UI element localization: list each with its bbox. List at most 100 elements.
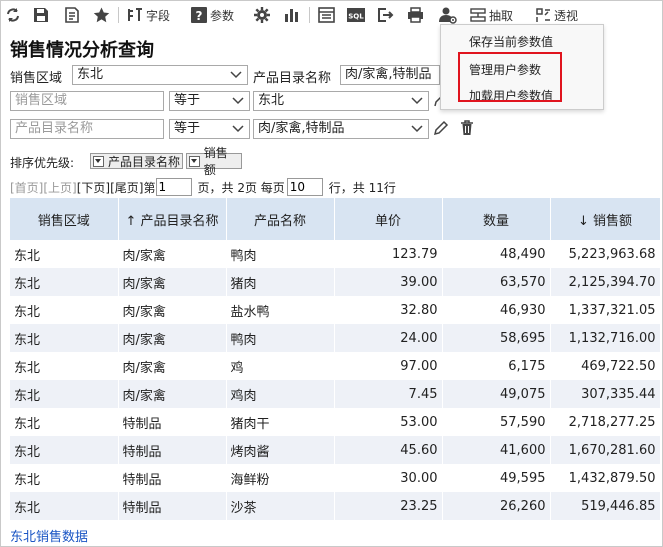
table-cell: 东北 — [10, 408, 119, 436]
favorite-button[interactable] — [93, 5, 110, 25]
table-row: 东北 特制品 烤肉酱 45.60 41,600 1,670,281.60 — [10, 436, 661, 464]
table-cell: 48,490 — [442, 240, 551, 268]
region-param-label: 销售区域 — [10, 71, 63, 86]
next-page-link[interactable]: [下页] — [77, 179, 110, 196]
layout-icon — [318, 7, 335, 23]
table-cell: 1,432,879.50 — [550, 464, 661, 492]
table-cell: 鸡肉 — [226, 380, 335, 408]
save-icon — [34, 8, 48, 22]
param-button[interactable]: ? 参数 — [191, 5, 234, 25]
column-header[interactable]: ↓ 销售额 — [550, 198, 661, 240]
table-cell: 特制品 — [118, 408, 227, 436]
table-cell: 5,223,963.68 — [550, 240, 661, 268]
column-header[interactable]: 单价 — [334, 198, 443, 240]
refresh-button[interactable] — [5, 5, 21, 25]
sort-item-sales[interactable]: 销售额 — [186, 146, 242, 177]
sort-desc-icon — [189, 155, 200, 167]
settings-button[interactable] — [254, 5, 270, 25]
sort-item-category[interactable]: 产品目录名称 — [90, 153, 183, 169]
table-cell: 1,132,716.00 — [550, 324, 661, 352]
trash-icon[interactable] — [459, 120, 475, 136]
filter-value-select-1[interactable]: 东北 — [253, 91, 429, 111]
toolbar-separator — [118, 7, 119, 23]
table-cell: 肉/家禽 — [118, 296, 227, 324]
filter-field-input-1[interactable]: 销售区域 — [10, 91, 164, 111]
save-as-button[interactable] — [64, 5, 80, 25]
table-cell: 东北 — [10, 268, 119, 296]
northeast-sales-link[interactable]: 东北销售数据 — [10, 526, 88, 545]
export-button[interactable] — [377, 5, 394, 25]
menu-item-save-param[interactable]: 保存当前参数值 — [469, 33, 553, 50]
table-cell: 沙茶 — [226, 492, 335, 520]
table-cell: 26,260 — [442, 492, 551, 520]
filter-operator-select-2[interactable]: 等于 — [169, 119, 250, 139]
table-cell: 24.00 — [334, 324, 443, 352]
page-prefix: 第 — [143, 180, 156, 195]
sql-button[interactable]: SQL — [347, 5, 365, 25]
extract-button[interactable]: 抽取 — [470, 5, 513, 25]
table-cell: 57,590 — [442, 408, 551, 436]
user-param-button[interactable] — [439, 5, 457, 25]
region-param-value: 东北 — [77, 67, 104, 82]
table-cell: 肉/家禽 — [118, 240, 227, 268]
sales-table: 销售区域 ↑ 产品目录名称 产品名称 单价 数量 ↓ 销售额 东北 肉/家禽 鸭肉 123.79… — [10, 198, 661, 520]
last-page-link[interactable]: [尾页] — [110, 179, 143, 196]
pivot-button[interactable]: 透视 — [535, 5, 578, 25]
table-cell: 1,337,321.05 — [550, 296, 661, 324]
table-cell: 猪肉 — [226, 268, 335, 296]
table-row: 东北 肉/家禽鸡 97.00 6,175 469,722.50 — [10, 352, 661, 380]
first-page-link[interactable]: [首页] — [10, 179, 43, 196]
prev-page-link[interactable]: [上页] — [43, 179, 76, 196]
page-size-input[interactable] — [286, 178, 323, 196]
field-label: 字段 — [146, 8, 171, 23]
table-cell: 469,722.50 — [550, 352, 661, 380]
export-icon — [378, 8, 394, 22]
table-row: 东北 肉/家禽 鸭肉 24.00 58,695 1,132,716.00 — [10, 324, 661, 352]
table-row: 东北 肉/家禽 鸡肉 7.45 49,075 307,335.44 — [10, 380, 661, 408]
pivot-icon — [536, 8, 550, 22]
table-cell: 烤肉酱 — [226, 436, 335, 464]
table-cell: 海鲜粉 — [226, 464, 335, 492]
category-param-label: 产品目录名称 — [253, 71, 332, 86]
table-cell: 东北 — [10, 464, 119, 492]
filter-field-input-2[interactable]: 产品目录名称 — [10, 119, 164, 139]
table-row: 东北 肉/家禽 鸭肉 123.79 48,490 5,223,963.68 — [10, 240, 661, 268]
table-cell: 2,718,277.25 — [550, 408, 661, 436]
sort-priority-label: 排序优先级: — [10, 156, 75, 170]
table-cell: 63,570 — [442, 268, 551, 296]
document-icon — [65, 7, 79, 23]
table-cell: 97.00 — [334, 352, 443, 380]
sql-label: SQL — [348, 13, 364, 21]
column-header[interactable]: 数量 — [442, 198, 551, 240]
column-header[interactable]: 销售区域 — [10, 198, 119, 240]
category-param-select[interactable]: 肉/家禽,特制品 — [340, 65, 440, 85]
edit-icon[interactable] — [433, 120, 449, 136]
table-cell: 盐水鸭 — [226, 296, 335, 324]
table-cell: 53.00 — [334, 408, 443, 436]
extract-icon — [470, 8, 486, 22]
table-cell: 49,595 — [442, 464, 551, 492]
chevron-down-icon — [232, 97, 244, 105]
table-cell: 肉/家禽 — [118, 324, 227, 352]
highlight-box — [458, 52, 562, 102]
region-param-select[interactable]: 东北 — [72, 65, 248, 85]
print-button[interactable] — [407, 5, 424, 25]
table-cell: 东北 — [10, 296, 119, 324]
page-number-input[interactable] — [155, 178, 192, 196]
filter-operator-value: 等于 — [174, 121, 201, 136]
table-cell: 特制品 — [118, 464, 227, 492]
filter-field-placeholder: 销售区域 — [15, 93, 68, 108]
table-cell: 39.00 — [334, 268, 443, 296]
layout-button[interactable] — [318, 5, 335, 25]
sort-desc-icon — [93, 155, 104, 167]
filter-value-text: 肉/家禽,特制品 — [258, 121, 345, 136]
column-header[interactable]: ↑ 产品目录名称 — [118, 198, 227, 240]
save-button[interactable] — [33, 5, 49, 25]
chart-button[interactable] — [284, 5, 300, 25]
filter-value-select-2[interactable]: 肉/家禽,特制品 — [253, 119, 429, 139]
question-icon: ? — [191, 7, 207, 23]
field-button[interactable]: 字段 — [127, 5, 170, 25]
filter-operator-select-1[interactable]: 等于 — [169, 91, 250, 111]
table-header-row: 销售区域 ↑ 产品目录名称 产品名称 单价 数量 ↓ 销售额 — [10, 198, 661, 240]
column-header[interactable]: 产品名称 — [226, 198, 335, 240]
